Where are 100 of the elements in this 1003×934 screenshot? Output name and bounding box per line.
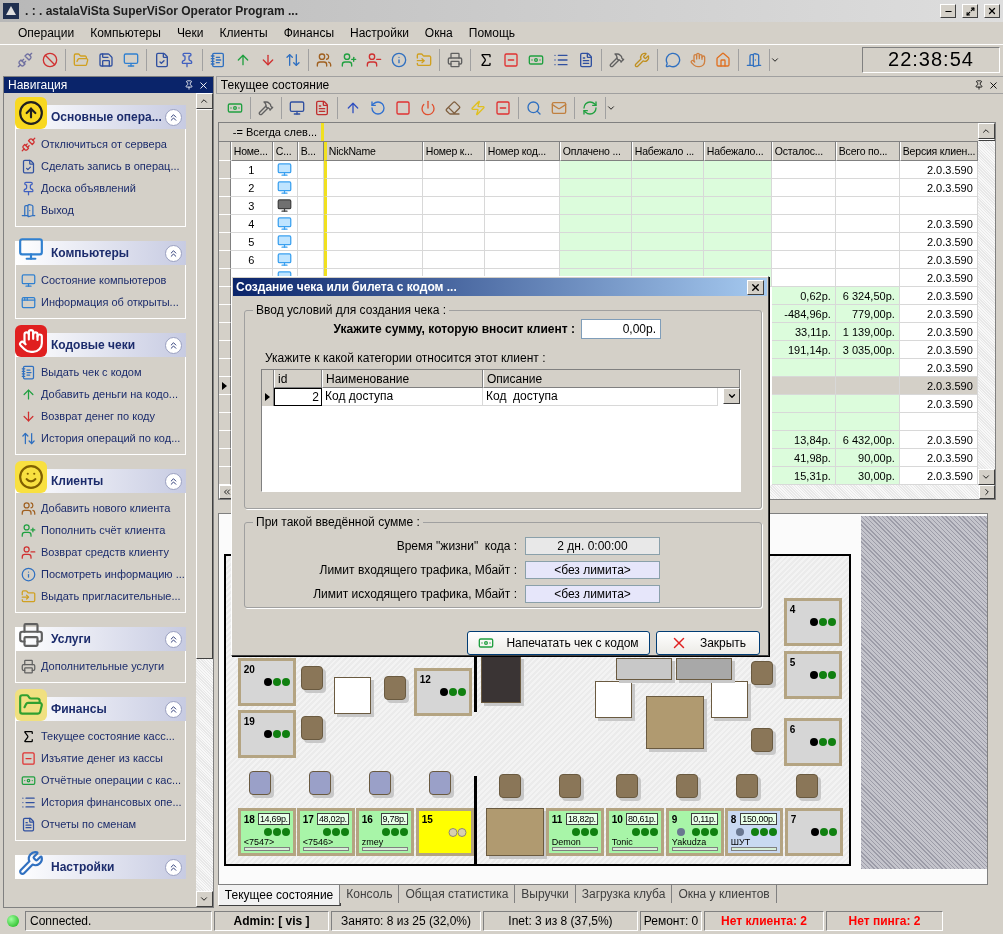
group-header[interactable]: Финансы bbox=[15, 689, 186, 721]
table-cell: 2.0.3.590 bbox=[899, 233, 978, 251]
computer-number: 5 bbox=[789, 656, 796, 668]
nav-link[interactable]: Добавить деньги на кодо... bbox=[41, 388, 178, 400]
table-cell: 2.0.3.590 bbox=[899, 467, 978, 485]
value-field: <без лимита> bbox=[525, 561, 660, 579]
computer-tile[interactable]: 9 0,11р. Yakudza bbox=[665, 808, 724, 856]
computer-tile[interactable]: 19 bbox=[237, 710, 296, 758]
balance-label: 48,02р. bbox=[316, 813, 349, 825]
table-cell: Код доступа bbox=[322, 388, 483, 406]
table-cell: -484,96р. bbox=[771, 305, 836, 323]
nav-link[interactable]: Отчётные операции с кас... bbox=[41, 774, 182, 786]
menu-item[interactable]: Чеки bbox=[168, 26, 212, 40]
table-cell: 90,00р. bbox=[835, 449, 900, 467]
status-field: Admin: [ vis ] bbox=[214, 911, 329, 931]
table-cell: 2.0.3.590 bbox=[899, 287, 978, 305]
print-button[interactable]: Напечатать чек с кодом bbox=[467, 631, 650, 655]
menu-item[interactable]: Помощь bbox=[460, 26, 524, 40]
computer-number: 20 bbox=[243, 663, 255, 675]
computer-tile[interactable]: 18 14,69р. <7547> bbox=[237, 808, 296, 856]
group-header[interactable]: Основные опера... bbox=[15, 97, 186, 129]
group-title: Компьютеры bbox=[51, 245, 131, 262]
status-field: Inet: 3 из 8 (37,5%) bbox=[483, 911, 638, 931]
table-cell: 2.0.3.590 bbox=[899, 161, 978, 179]
group-header[interactable]: Клиенты bbox=[15, 461, 186, 493]
group-legend: Ввод условий для создания чека : bbox=[253, 303, 450, 317]
table-cell: 2.0.3.590 bbox=[899, 305, 978, 323]
computer-tile[interactable]: 4 bbox=[783, 598, 842, 646]
nav-link[interactable]: История финансовых опе... bbox=[41, 796, 182, 808]
nav-link[interactable]: Информация об открыты... bbox=[41, 296, 179, 308]
computer-tile[interactable]: 17 48,02р. <7546> bbox=[296, 808, 355, 856]
nav-link[interactable]: Текущее состояние касс... bbox=[41, 730, 175, 742]
nav-link[interactable]: Отключиться от сервера bbox=[41, 138, 167, 150]
group-header[interactable]: Кодовые чеки bbox=[15, 325, 186, 357]
amount-field[interactable]: 0,00р. bbox=[581, 319, 661, 339]
nav-link[interactable]: Выход bbox=[41, 204, 74, 216]
nav-link[interactable]: Изъятие денег из кассы bbox=[41, 752, 163, 764]
value-field: 2 дн. 0:00:00 bbox=[525, 537, 660, 555]
computer-tile[interactable]: 12 bbox=[413, 668, 472, 716]
nav-link[interactable]: Состояние компьютеров bbox=[41, 274, 167, 286]
status-field: Занято: 8 из 25 (32,0%) bbox=[331, 911, 481, 931]
computer-number: 12 bbox=[419, 673, 431, 685]
nav-link[interactable]: История операций по код... bbox=[41, 432, 181, 444]
computer-tile[interactable]: 11 18,82р. Demon bbox=[545, 808, 604, 856]
nav-link[interactable]: Сделать запись в операц... bbox=[41, 160, 180, 172]
computer-tile[interactable]: 7 bbox=[784, 808, 843, 856]
table-cell: 2.0.3.590 bbox=[899, 359, 978, 377]
field-label: Лимит исходящего трафика, Мбайт : bbox=[313, 587, 517, 601]
nav-link[interactable]: Пополнить счёт клиента bbox=[41, 524, 166, 536]
table-cell: 779,00р. bbox=[835, 305, 900, 323]
menu-item[interactable]: Окна bbox=[416, 26, 461, 40]
tab[interactable]: Консоль bbox=[340, 885, 400, 903]
close-button[interactable]: Закрыть bbox=[656, 631, 760, 655]
status-field: Нет пинга: 2 bbox=[826, 911, 943, 931]
user-name: Tonic bbox=[611, 837, 634, 847]
nav-link[interactable]: Отчеты по сменам bbox=[41, 818, 137, 830]
panel-title: Текущее состояние bbox=[220, 78, 331, 92]
tab[interactable]: Текущее состояние bbox=[217, 885, 341, 905]
nav-link[interactable]: Дополнительные услуги bbox=[41, 660, 165, 672]
nav-link[interactable]: Возврат денег по коду bbox=[41, 410, 155, 422]
menu-item[interactable]: Клиенты bbox=[211, 26, 276, 40]
id-cell[interactable]: 2 bbox=[274, 388, 322, 406]
nav-link[interactable]: Выдать чек с кодом bbox=[41, 366, 142, 378]
column-header[interactable]: id bbox=[274, 370, 322, 388]
column-header[interactable]: Описание bbox=[483, 370, 740, 388]
computer-tile[interactable]: 15 bbox=[415, 808, 474, 856]
balance-label: 80,61р. bbox=[625, 813, 658, 825]
computer-tile[interactable]: 10 80,61р. Tonic bbox=[605, 808, 664, 856]
computer-number: 9 bbox=[671, 813, 678, 825]
user-name: Demon bbox=[551, 837, 582, 847]
computer-tile[interactable]: 20 bbox=[237, 658, 296, 706]
table-cell: 30,00р. bbox=[835, 467, 900, 485]
menu-item[interactable]: Настройки bbox=[342, 26, 417, 40]
computer-tile[interactable]: 8 150,00р. ШУТ bbox=[724, 808, 783, 856]
computer-number: 8 bbox=[730, 813, 737, 825]
table-cell: 2.0.3.590 bbox=[899, 269, 978, 287]
status-field: Ремонт: 0 bbox=[640, 911, 702, 931]
table-cell: 6 bbox=[230, 251, 273, 269]
computer-tile[interactable]: 5 bbox=[783, 651, 842, 699]
nav-link[interactable]: Возврат средств клиенту bbox=[41, 546, 169, 558]
nav-link[interactable]: Доска объявлений bbox=[41, 182, 136, 194]
table-cell: 191,14р. bbox=[771, 341, 836, 359]
nav-link[interactable]: Посмотреть информацию ... bbox=[41, 568, 185, 580]
menu-item[interactable]: Операции bbox=[10, 26, 83, 40]
menu-item[interactable]: Финансы bbox=[275, 26, 342, 40]
computer-tile[interactable]: 6 bbox=[783, 718, 842, 766]
table-cell: 6 324,50р. bbox=[835, 287, 900, 305]
group-title: Основные опера... bbox=[51, 109, 163, 126]
computer-number: 15 bbox=[421, 813, 433, 825]
computer-tile[interactable]: 16 9,78р. zmey bbox=[355, 808, 414, 856]
table-cell: 2.0.3.590 bbox=[899, 323, 978, 341]
table-cell: 1 139,00р. bbox=[835, 323, 900, 341]
table-cell: 5 bbox=[230, 233, 273, 251]
table-cell: Код доступа bbox=[483, 388, 718, 406]
computer-number: 6 bbox=[789, 723, 796, 735]
status-field: Connected. bbox=[25, 911, 212, 931]
column-header[interactable]: Наименование bbox=[322, 370, 483, 388]
nav-link[interactable]: Добавить нового клиента bbox=[41, 502, 171, 514]
menu-item[interactable]: Компьютеры bbox=[82, 26, 169, 40]
nav-link[interactable]: Выдать пригласительные... bbox=[41, 590, 181, 602]
